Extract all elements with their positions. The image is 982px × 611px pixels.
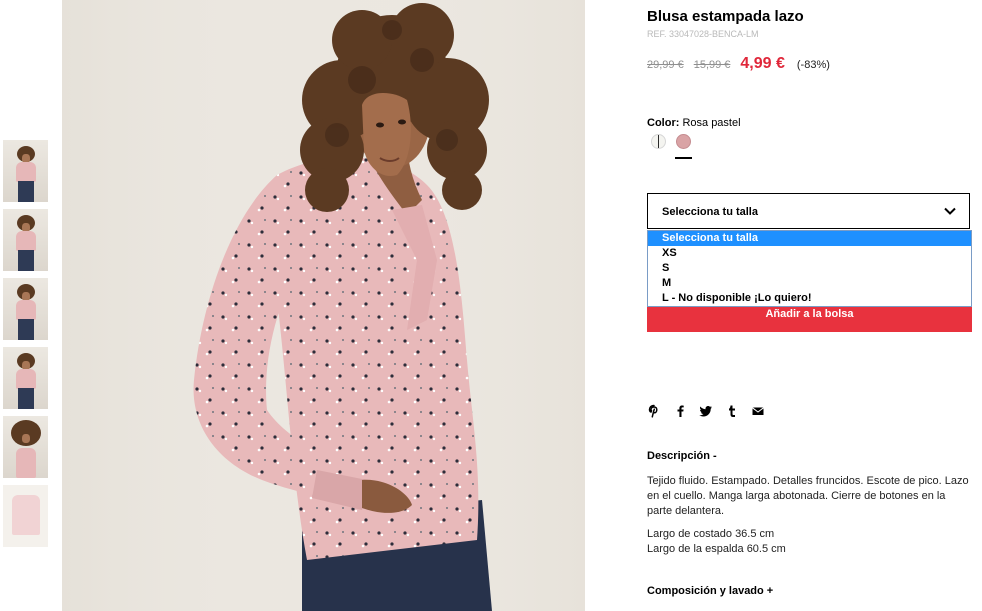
thumbnail-6[interactable] xyxy=(3,485,48,547)
size-option-s[interactable]: S xyxy=(648,261,971,276)
facebook-icon[interactable] xyxy=(673,404,687,418)
price-original: 29,99 € xyxy=(647,59,684,71)
size-select-value: Selecciona tu talla xyxy=(662,206,758,218)
price-block: 29,99 € 15,99 € 4,99 € (-83%) xyxy=(647,55,830,73)
thumbnail-strip xyxy=(3,140,48,554)
share-icons xyxy=(647,404,777,418)
color-value: Rosa pastel xyxy=(682,117,741,129)
color-label-key: Color: xyxy=(647,117,680,129)
composition-heading[interactable]: Composición y lavado + xyxy=(647,585,773,597)
color-label: Color: Rosa pastel xyxy=(647,117,741,129)
product-title: Blusa estampada lazo xyxy=(647,8,804,25)
tumblr-icon[interactable] xyxy=(725,404,739,418)
thumbnail-1[interactable] xyxy=(3,140,48,202)
description-measurements: Largo de costado 36.5 cm Largo de la esp… xyxy=(647,527,786,557)
description-text: Tejido fluido. Estampado. Detalles frunc… xyxy=(647,475,969,517)
size-select[interactable]: Selecciona tu talla xyxy=(647,193,970,229)
discount-badge: (-83%) xyxy=(796,59,830,71)
price-previous: 15,99 € xyxy=(693,59,731,71)
thumbnail-4[interactable] xyxy=(3,347,48,409)
price-current: 4,99 € xyxy=(740,55,785,72)
measure-side-length: Largo de costado 36.5 cm xyxy=(647,528,775,540)
product-reference: REF. 33047028-BENCA-LM xyxy=(647,29,759,39)
twitter-icon[interactable] xyxy=(699,404,713,418)
selected-swatch-indicator xyxy=(675,157,692,159)
pinterest-icon[interactable] xyxy=(647,404,661,418)
size-dropdown-list: Selecciona tu talla XS S M L - No dispon… xyxy=(647,230,972,307)
size-option-l[interactable]: L - No disponible ¡Lo quiero! xyxy=(648,291,971,306)
measure-back-length: Largo de la espalda 60.5 cm xyxy=(647,543,786,555)
pink-swatch[interactable] xyxy=(676,134,691,149)
add-to-bag-button[interactable]: Añadir a la bolsa xyxy=(647,307,972,332)
product-main-image[interactable] xyxy=(62,0,585,611)
description-heading[interactable]: Descripción - xyxy=(647,450,717,462)
white-print-swatch[interactable] xyxy=(651,134,666,149)
thumbnail-3[interactable] xyxy=(3,278,48,340)
thumbnail-2[interactable] xyxy=(3,209,48,271)
email-icon[interactable] xyxy=(751,404,765,418)
chevron-down-icon xyxy=(944,207,956,215)
size-option-m[interactable]: M xyxy=(648,276,971,291)
product-photo-illustration xyxy=(62,0,585,611)
thumbnail-5[interactable] xyxy=(3,416,48,478)
size-option-placeholder[interactable]: Selecciona tu talla xyxy=(648,231,971,246)
size-option-xs[interactable]: XS xyxy=(648,246,971,261)
